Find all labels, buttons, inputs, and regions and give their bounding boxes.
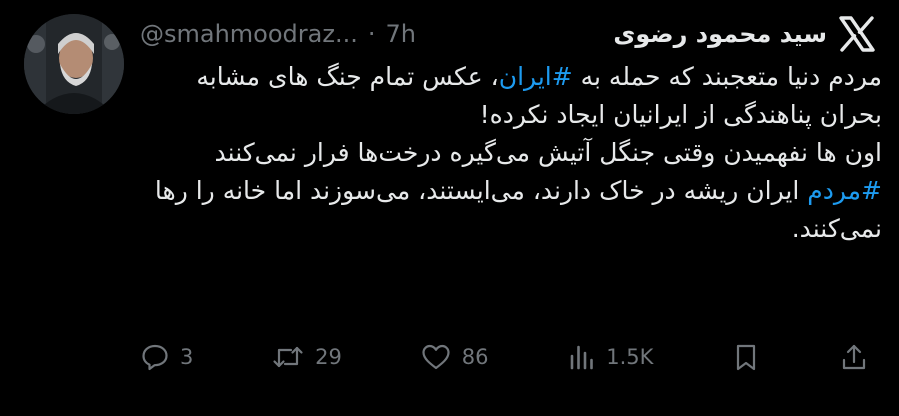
views-count: 1.5K	[606, 345, 654, 369]
author-handle[interactable]: @smahmoodraz...	[140, 20, 358, 48]
x-logo-icon	[837, 14, 877, 54]
tweet-actions-bar: 3 29 86 1.5K	[140, 336, 869, 378]
tweet-header: @smahmoodraz... · 7h سید محمود رضوی	[140, 14, 827, 54]
reply-count: 3	[180, 345, 194, 369]
author-avatar[interactable]	[24, 14, 124, 114]
share-icon	[839, 342, 869, 372]
views-icon	[566, 342, 596, 372]
share-button[interactable]	[839, 342, 869, 372]
reply-button[interactable]: 3	[140, 342, 193, 372]
reply-icon	[140, 342, 170, 372]
tweet-text: مردم دنیا متعجبند که حمله به #ایران، عکس…	[140, 58, 882, 248]
retweet-button[interactable]: 29	[271, 342, 342, 372]
like-icon	[420, 342, 452, 372]
views-button[interactable]: 1.5K	[566, 342, 653, 372]
like-button[interactable]: 86	[420, 342, 489, 372]
retweet-icon	[271, 342, 305, 372]
tweet-paragraph-2: اون ها نفهمیدن وقتی جنگل آتیش می‌گیره در…	[214, 138, 882, 167]
tweet-text-segment: ایران ریشه در خاک دارند، می‌ایستند، می‌س…	[154, 176, 882, 243]
retweet-count: 29	[315, 345, 342, 369]
tweet-paragraph-3: #مردم ایران ریشه در خاک دارند، می‌ایستند…	[140, 172, 882, 248]
author-display-name[interactable]: سید محمود رضوی	[613, 20, 827, 48]
bookmark-icon	[731, 342, 761, 372]
bookmark-button[interactable]	[731, 342, 761, 372]
tweet-time[interactable]: 7h	[385, 20, 415, 48]
tweet-text-segment: مردم دنیا متعجبند که حمله به	[572, 62, 882, 91]
hashtag-link-iran[interactable]: #ایران	[499, 62, 573, 91]
hashtag-link-mardom[interactable]: #مردم	[807, 176, 882, 205]
tweet-paragraph-1: مردم دنیا متعجبند که حمله به #ایران، عکس…	[140, 58, 882, 134]
like-count: 86	[461, 345, 489, 369]
header-separator: ·	[367, 20, 376, 48]
